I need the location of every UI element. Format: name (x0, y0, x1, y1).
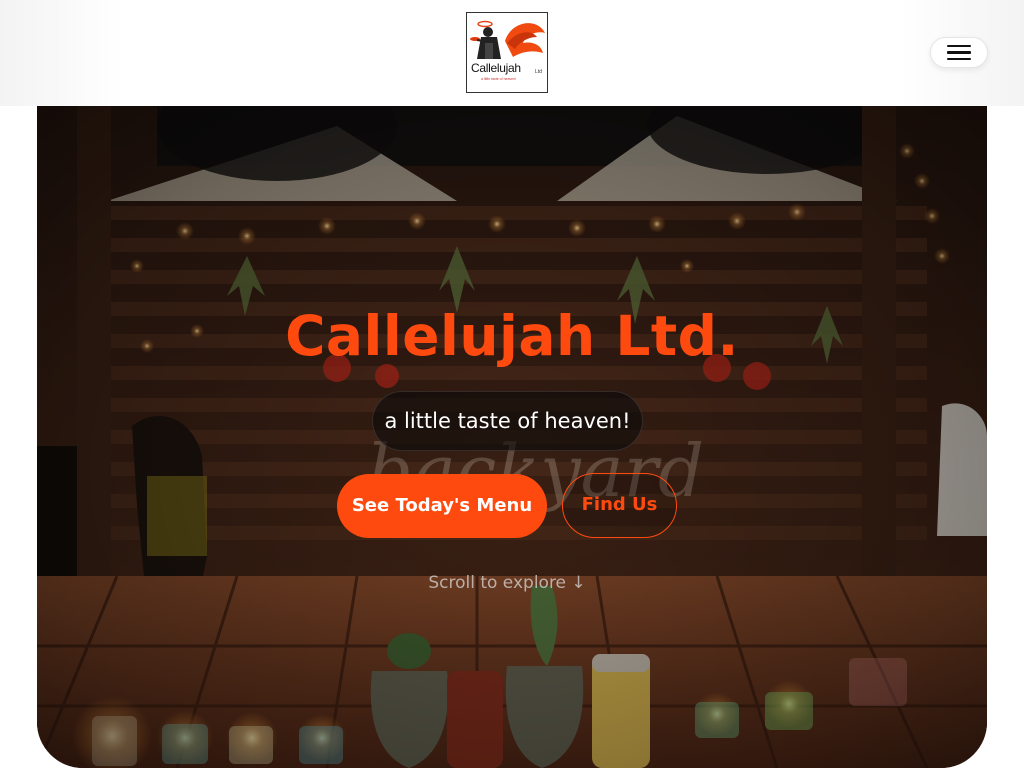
hero-section: backyard Callelujah Ltd. a little taste … (37, 106, 987, 768)
hero-title: Callelujah Ltd. (285, 304, 739, 368)
site-header: Callelujah Ltd a little taste of heaven! (0, 0, 1024, 106)
logo-tagline: a little taste of heaven! (481, 77, 517, 81)
scroll-hint: Scroll to explore ↓ (428, 573, 586, 593)
brand-logo[interactable]: Callelujah Ltd a little taste of heaven! (466, 12, 548, 93)
logo-wordmark: Callelujah (471, 61, 521, 75)
see-menu-button[interactable]: See Today's Menu (337, 474, 547, 538)
hamburger-menu-icon (947, 44, 971, 61)
logo-suffix: Ltd (535, 69, 542, 75)
menu-toggle-button[interactable] (930, 37, 988, 68)
angel-mascot-icon (470, 20, 545, 59)
hero-tagline: a little taste of heaven! (372, 391, 643, 451)
find-us-button[interactable]: Find Us (562, 473, 677, 538)
